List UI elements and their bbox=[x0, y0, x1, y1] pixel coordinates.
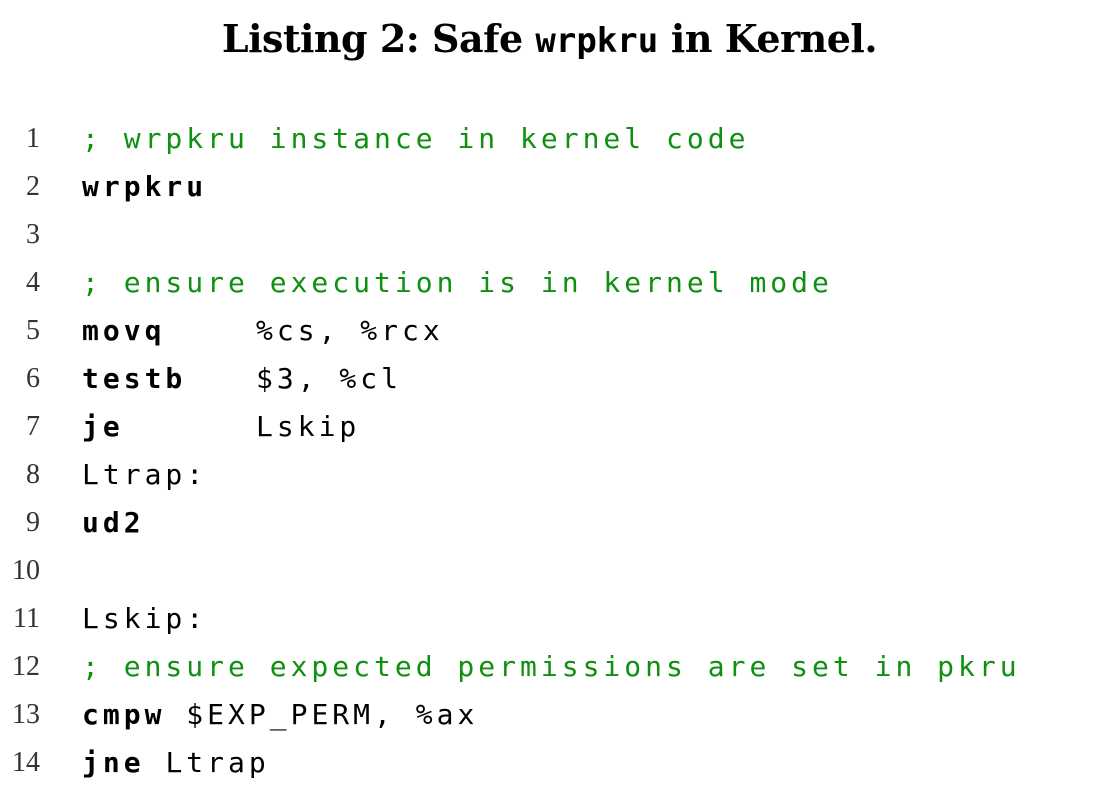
code-label: Lskip: bbox=[82, 602, 208, 635]
line-number: 8 bbox=[26, 459, 40, 490]
code-line: 3 bbox=[0, 211, 1099, 259]
code-line: 7 je Lskip bbox=[0, 403, 1099, 451]
code-line: 8 Ltrap: bbox=[0, 451, 1099, 499]
code-operands: Lskip bbox=[256, 410, 361, 443]
line-number: 7 bbox=[26, 411, 40, 442]
line-number: 12 bbox=[12, 651, 40, 682]
line-number: 1 bbox=[26, 123, 40, 154]
code-line: 9 ud2 bbox=[0, 499, 1099, 547]
code-text: je Lskip bbox=[82, 403, 356, 451]
code-line: 10 bbox=[0, 547, 1099, 595]
code-comment: ; ensure expected permissions are set in… bbox=[82, 650, 1021, 683]
code-instruction: je bbox=[82, 410, 124, 443]
code-text: cmpw $EXP_PERM, %ax bbox=[82, 691, 478, 739]
code-instruction: testb bbox=[82, 362, 187, 395]
code-line: 12 ; ensure expected permissions are set… bbox=[0, 643, 1099, 691]
code-line: 13 cmpw $EXP_PERM, %ax bbox=[0, 691, 1099, 739]
caption-code-word: wrpkru bbox=[535, 21, 659, 61]
code-operands: $3, %cl bbox=[256, 362, 403, 395]
line-number: 14 bbox=[12, 747, 40, 778]
code-text: testb $3, %cl bbox=[82, 355, 398, 403]
code-comment: ; wrpkru instance in kernel code bbox=[82, 122, 750, 155]
code-line: 1 ; wrpkru instance in kernel code bbox=[0, 115, 1099, 163]
listing-caption: Listing 2: Safe wrpkru in Kernel. bbox=[0, 14, 1099, 66]
code-operands: $EXP_PERM, %ax bbox=[186, 698, 479, 731]
code-comment: ; ensure execution is in kernel mode bbox=[82, 266, 833, 299]
code-line: 11 Lskip: bbox=[0, 595, 1099, 643]
caption-prefix: Listing 2: Safe bbox=[221, 16, 536, 61]
code-text: movq %cs, %rcx bbox=[82, 307, 440, 355]
code-line: 6 testb $3, %cl bbox=[0, 355, 1099, 403]
line-number: 4 bbox=[26, 267, 40, 298]
code-line: 2 wrpkru bbox=[0, 163, 1099, 211]
code-line: 4 ; ensure execution is in kernel mode bbox=[0, 259, 1099, 307]
code-instruction: wrpkru bbox=[82, 170, 208, 203]
line-number: 10 bbox=[12, 555, 40, 586]
caption-suffix: in Kernel. bbox=[658, 16, 878, 61]
code-operands: Ltrap bbox=[165, 746, 270, 779]
line-number: 5 bbox=[26, 315, 40, 346]
code-operands: %cs, %rcx bbox=[256, 314, 444, 347]
line-number: 13 bbox=[12, 699, 40, 730]
line-number: 9 bbox=[26, 507, 40, 538]
code-line: 14 jne Ltrap bbox=[0, 739, 1099, 787]
code-instruction: cmpw bbox=[82, 698, 166, 731]
code-line: 5 movq %cs, %rcx bbox=[0, 307, 1099, 355]
code-label: Ltrap: bbox=[82, 458, 208, 491]
code-text: jne Ltrap bbox=[82, 739, 270, 787]
listing-figure: Listing 2: Safe wrpkru in Kernel. 1 ; wr… bbox=[0, 0, 1099, 793]
line-number: 6 bbox=[26, 363, 40, 394]
line-number: 11 bbox=[13, 603, 40, 634]
line-number: 3 bbox=[26, 219, 40, 250]
code-instruction: jne bbox=[82, 746, 145, 779]
code-instruction: movq bbox=[82, 314, 166, 347]
code-instruction: ud2 bbox=[82, 506, 145, 539]
line-number: 2 bbox=[26, 171, 40, 202]
